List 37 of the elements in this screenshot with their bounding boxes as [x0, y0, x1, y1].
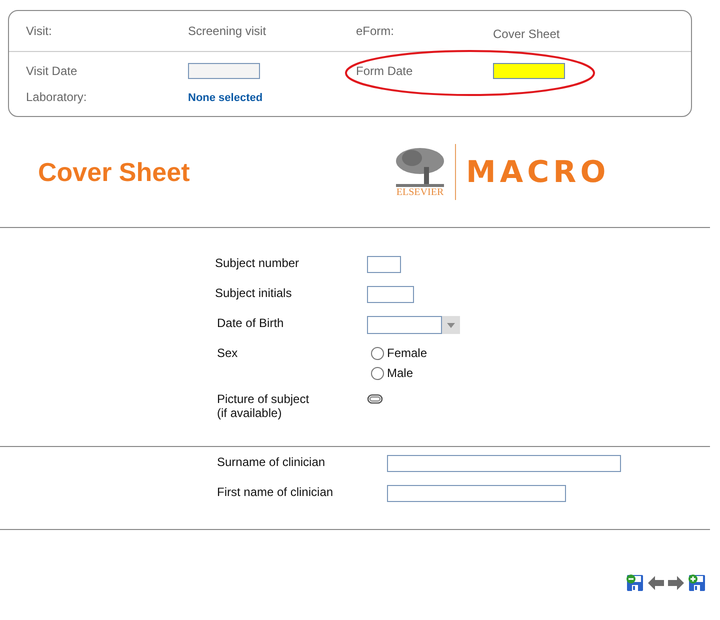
radio-button[interactable] — [371, 366, 384, 380]
paperclip-icon[interactable] — [367, 394, 383, 404]
text-field[interactable] — [367, 256, 401, 273]
question-label: Picture of subject (if available) — [216, 392, 310, 422]
text-field[interactable] — [367, 286, 414, 303]
question-label: Subject initials — [214, 286, 293, 302]
date-field[interactable] — [188, 63, 260, 79]
save-remove-icon[interactable] — [626, 574, 644, 592]
option-label: Female — [387, 346, 428, 360]
radio-button[interactable] — [371, 346, 384, 360]
option-label: Male — [387, 366, 414, 380]
question-label: Date of Birth — [216, 316, 285, 332]
field-label: eForm: — [356, 24, 394, 38]
date-field[interactable] — [493, 63, 565, 79]
field-label: Visit: — [25, 24, 53, 38]
question-label: Surname of clinician — [216, 455, 326, 471]
date-field[interactable] — [367, 316, 460, 334]
question-label: Sex — [216, 346, 239, 362]
text-field[interactable] — [387, 455, 621, 472]
tree-icon — [394, 146, 446, 186]
field-label: Visit Date — [25, 64, 78, 78]
field-label: Form Date — [356, 64, 413, 78]
field-label: Laboratory: — [25, 90, 88, 104]
back-arrow-icon[interactable] — [648, 576, 664, 590]
save-add-icon[interactable] — [688, 574, 706, 592]
question-label: First name of clinician — [216, 485, 334, 501]
question-label: Subject number — [214, 256, 300, 272]
laboratory-link[interactable]: None selected — [188, 92, 263, 104]
dropdown-button[interactable] — [442, 316, 460, 334]
field-value: Cover Sheet — [493, 27, 560, 41]
text-field[interactable] — [387, 485, 566, 502]
form-title: Cover Sheet — [38, 156, 191, 188]
caret-icon — [447, 322, 455, 328]
field-value: Screening visit — [188, 24, 266, 38]
forward-arrow-icon[interactable] — [668, 576, 684, 590]
publisher-name: ELSEVIER — [396, 186, 444, 198]
product-logo: MACRO — [466, 154, 610, 190]
